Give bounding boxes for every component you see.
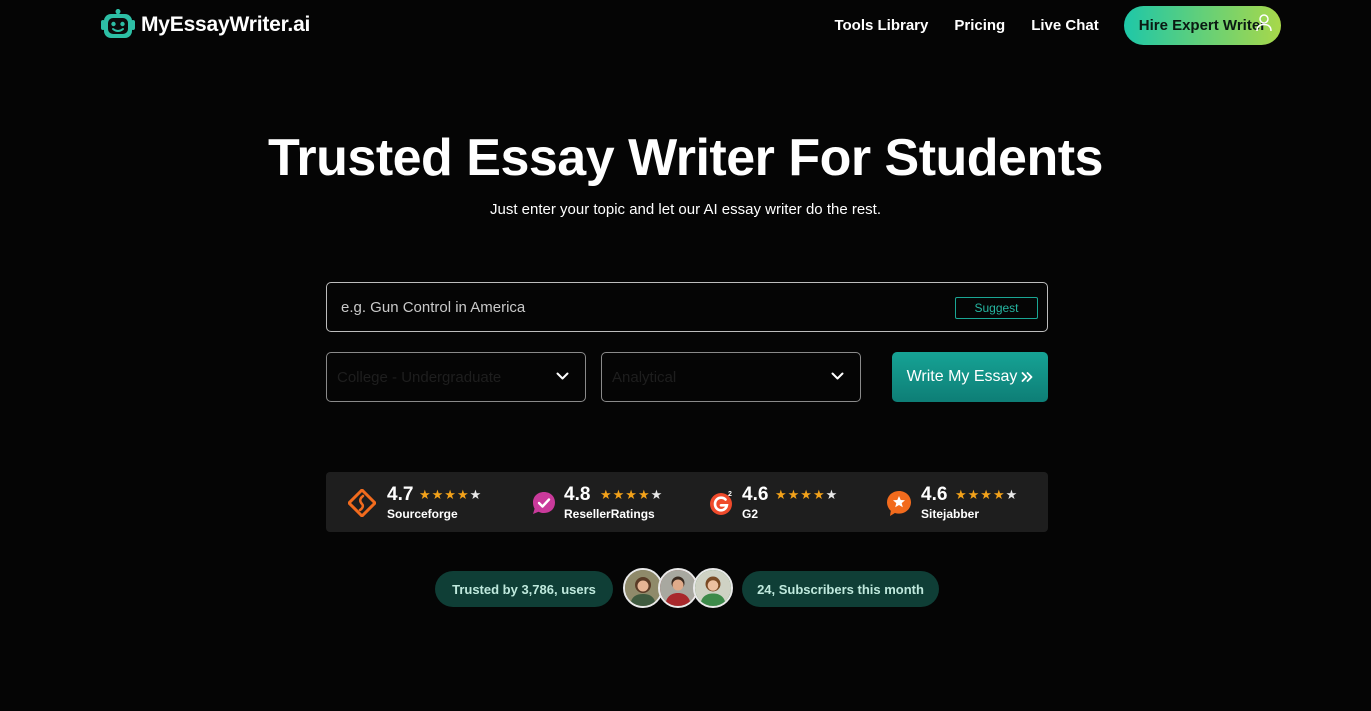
nav-tools-library[interactable]: Tools Library (834, 17, 928, 34)
nav-live-chat[interactable]: Live Chat (1031, 17, 1099, 34)
topic-input[interactable] (341, 283, 941, 331)
robot-logo-icon (101, 9, 135, 38)
write-my-essay-label: Write My Essay (906, 368, 1018, 385)
user-avatars (623, 568, 733, 608)
write-my-essay-button[interactable]: Write My Essay (892, 352, 1048, 402)
chevron-down-icon (556, 372, 569, 380)
svg-text:2: 2 (728, 491, 732, 498)
rating-stars: ★★★★★ (955, 487, 1019, 502)
rating-site-name: G2 (742, 507, 759, 521)
sitejabber-logo-icon (887, 491, 911, 516)
rating-score: 4.8 (564, 484, 591, 505)
avatar (693, 568, 733, 608)
sourceforge-logo-icon (348, 489, 376, 517)
user-account-icon[interactable] (1256, 14, 1272, 32)
nav-pricing[interactable]: Pricing (954, 17, 1005, 34)
rating-stars: ★★★★★ (600, 487, 664, 502)
brand-name: MyEssayWriter.ai (141, 13, 311, 36)
user-photo-icon (695, 570, 731, 606)
ratings-bar: 4.7 ★★★★★ Sourceforge 4.8 ★★★★★ Reseller… (326, 472, 1048, 532)
brand-logo[interactable]: MyEssayWriter.ai (101, 9, 310, 41)
rating-score: 4.7 (387, 484, 414, 505)
chevron-down-icon (831, 372, 844, 380)
rating-site-name: Sitejabber (921, 507, 980, 521)
rating-stars: ★★★★★ (775, 487, 839, 502)
subscribers-badge: 24, Subscribers this month (742, 571, 939, 607)
rating-stars: ★★★★★ (419, 487, 483, 502)
essay-type-select[interactable]: Analytical (601, 352, 861, 402)
user-photo-icon (625, 570, 661, 606)
g2-logo-icon: 2 (710, 491, 732, 515)
rating-site-name: ResellerRatings (564, 507, 655, 521)
double-chevron-right-icon (1022, 372, 1033, 382)
page-title: Trusted Essay Writer For Students (268, 129, 1103, 187)
page-subtitle: Just enter your topic and let our AI ess… (489, 201, 882, 218)
academic-level-value: College - Undergraduate (337, 369, 502, 386)
essay-type-value: Analytical (612, 369, 677, 386)
main-nav: Tools Library Pricing Live Chat Hire Exp… (834, 6, 1281, 45)
suggest-button[interactable]: Suggest (955, 297, 1038, 319)
topic-field-container: Suggest (326, 282, 1048, 332)
resellerratings-logo-icon (533, 492, 555, 514)
academic-level-select[interactable]: College - Undergraduate (326, 352, 586, 402)
rating-site-name: Sourceforge (387, 507, 458, 521)
rating-score: 4.6 (921, 484, 948, 505)
trusted-users-badge: Trusted by 3,786, users (435, 571, 613, 607)
avatar (623, 568, 663, 608)
rating-score: 4.6 (742, 484, 769, 505)
user-photo-icon (660, 570, 696, 606)
avatar (658, 568, 698, 608)
